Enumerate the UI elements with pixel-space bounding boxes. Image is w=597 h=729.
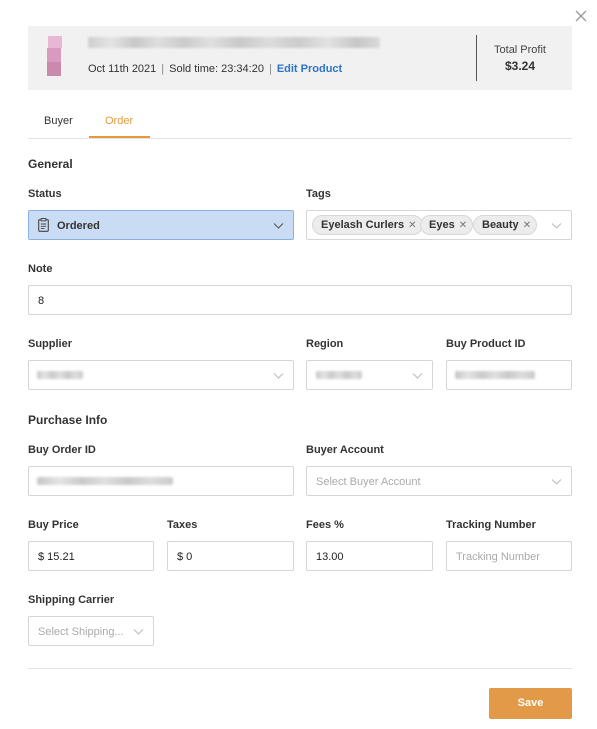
- chevron-down-icon: [273, 370, 284, 381]
- region-select[interactable]: [306, 360, 433, 390]
- buyer-account-placeholder: Select Buyer Account: [316, 476, 421, 488]
- status-select[interactable]: Ordered: [28, 210, 294, 240]
- remove-tag-icon[interactable]: ✕: [459, 220, 467, 231]
- fees-input[interactable]: 13.00: [306, 541, 433, 571]
- supplier-select[interactable]: [28, 360, 294, 390]
- chevron-down-icon: [133, 626, 144, 637]
- order-meta: Oct 11th 2021 | Sold time: 23:34:20 | Edit P…: [88, 63, 343, 75]
- chevron-down-icon: [551, 220, 562, 231]
- shipping-carrier-placeholder: Select Shipping...: [38, 626, 124, 638]
- tags-label: Tags: [306, 188, 331, 200]
- tracking-number-placeholder: Tracking Number: [456, 551, 540, 563]
- taxes-value: $ 0: [177, 551, 193, 563]
- header-divider: [476, 35, 477, 81]
- buyer-account-label: Buyer Account: [306, 444, 384, 456]
- tag-chip: Beauty ✕: [473, 215, 538, 235]
- general-section-title: General: [28, 157, 73, 171]
- tracking-number-label: Tracking Number: [446, 519, 536, 531]
- tags-select[interactable]: Eyelash Curlers ✕ Eyes ✕ Beauty ✕: [306, 210, 572, 240]
- note-label: Note: [28, 263, 53, 275]
- purchase-section-title: Purchase Info: [28, 413, 108, 427]
- buy-price-input[interactable]: $ 15.21: [28, 541, 154, 571]
- tag-chip: Eyelash Curlers ✕: [312, 215, 423, 235]
- active-tab-indicator: [89, 136, 150, 138]
- buy-order-id-redacted: [37, 477, 173, 485]
- chevron-down-icon: [273, 220, 284, 231]
- remove-tag-icon[interactable]: ✕: [408, 220, 416, 231]
- shipping-carrier-select[interactable]: Select Shipping...: [28, 616, 154, 646]
- clipboard-icon: [38, 218, 49, 232]
- save-button[interactable]: Save: [489, 688, 572, 719]
- tabs-divider: [28, 138, 572, 139]
- remove-tag-icon[interactable]: ✕: [523, 220, 531, 231]
- chevron-down-icon: [551, 476, 562, 487]
- taxes-label: Taxes: [167, 519, 198, 531]
- order-date: Oct 11th 2021: [88, 63, 157, 75]
- buy-price-value: $ 15.21: [38, 551, 75, 563]
- total-profit-label: Total Profit: [494, 44, 546, 56]
- close-icon[interactable]: [573, 8, 589, 24]
- status-value: Ordered: [57, 220, 100, 232]
- fees-label: Fees %: [306, 519, 344, 531]
- tracking-number-input[interactable]: Tracking Number: [446, 541, 572, 571]
- product-thumbnail: [38, 36, 62, 76]
- region-value-redacted: [316, 371, 362, 379]
- buyer-account-select[interactable]: Select Buyer Account: [306, 466, 572, 496]
- shipping-carrier-label: Shipping Carrier: [28, 594, 115, 606]
- region-label: Region: [306, 338, 344, 350]
- taxes-input[interactable]: $ 0: [167, 541, 294, 571]
- product-header: Oct 11th 2021 | Sold time: 23:34:20 | Edit P…: [28, 26, 572, 90]
- tab-order[interactable]: Order: [105, 115, 133, 127]
- supplier-value-redacted: [37, 371, 83, 379]
- supplier-label: Supplier: [28, 338, 73, 350]
- tag-label: Eyes: [429, 219, 455, 231]
- fees-value: 13.00: [316, 551, 344, 563]
- tag-label: Beauty: [482, 219, 519, 231]
- buy-product-id-label: Buy Product ID: [446, 338, 526, 350]
- status-label: Status: [28, 188, 62, 200]
- footer-divider: [28, 668, 572, 669]
- buy-order-id-input[interactable]: [28, 466, 294, 496]
- note-input[interactable]: 8: [28, 285, 572, 315]
- total-profit-value: $3.24: [504, 59, 536, 73]
- total-profit: Total Profit $3.24: [480, 44, 560, 73]
- buy-product-id-input[interactable]: [446, 360, 572, 390]
- edit-product-link[interactable]: Edit Product: [277, 63, 342, 75]
- tag-label: Eyelash Curlers: [321, 219, 405, 231]
- chevron-down-icon: [412, 370, 423, 381]
- buy-order-id-label: Buy Order ID: [28, 444, 96, 456]
- buy-price-label: Buy Price: [28, 519, 79, 531]
- sold-time: Sold time: 23:34:20: [169, 63, 264, 75]
- tag-chip: Eyes ✕: [420, 215, 474, 235]
- note-value: 8: [38, 295, 45, 307]
- tab-buyer[interactable]: Buyer: [44, 115, 73, 127]
- product-title-redacted: [88, 37, 380, 48]
- buy-product-id-redacted: [455, 371, 535, 379]
